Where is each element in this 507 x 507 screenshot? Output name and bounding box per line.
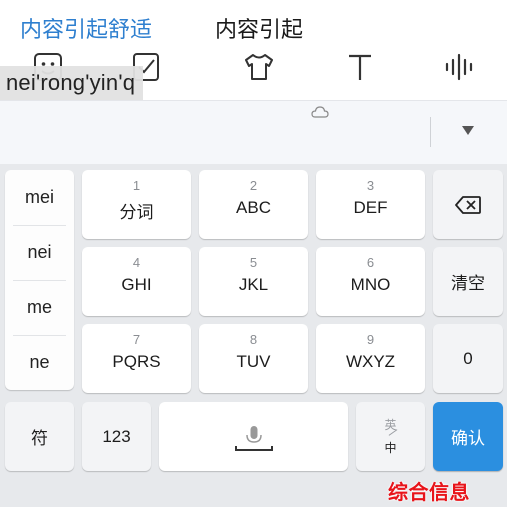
symbol-label: 符 [31,429,48,448]
candidate-divider [430,117,431,147]
pinyin-selection-list: mei nei me ne [5,170,74,390]
pinyin-option[interactable]: mei [5,170,74,225]
key-label: MNO [350,275,391,294]
key-number: 6 [366,255,375,270]
key-label: 分词 [119,203,154,222]
key-2[interactable]: 2 ABC [199,170,308,239]
pinyin-option[interactable]: nei [5,225,74,280]
text-icon[interactable] [343,50,377,84]
key-label: GHI [121,275,152,294]
confirm-label: 确认 [451,429,485,448]
lang-english-label: 英 [384,418,397,432]
key-label: DEF [353,198,388,217]
numeric-keyboard-button[interactable]: 123 [82,402,151,471]
candidate-1[interactable]: 内容引起舒适 [20,15,152,47]
key-3[interactable]: 3 DEF [316,170,425,239]
voice-wave-icon[interactable] [442,50,476,84]
space-voice-button[interactable] [159,402,348,471]
key-1[interactable]: 1 分词 [82,170,191,239]
candidate-2[interactable]: 内容引起 [215,15,303,47]
key-4[interactable]: 4 GHI [82,247,191,316]
shirt-icon[interactable] [242,50,276,84]
lang-chinese-label: 中 [384,441,397,455]
key-label: PQRS [112,352,161,371]
key-number: 1 [132,178,141,193]
clear-label: 清空 [451,274,485,293]
symbol-button[interactable]: 符 [5,402,74,471]
key-5[interactable]: 5 JKL [199,247,308,316]
composing-pinyin: nei'rong'yin'q [0,66,144,100]
language-switch-button[interactable]: 英 中 [356,402,425,471]
key-number: 9 [366,332,375,347]
key-number: 7 [132,332,141,347]
clear-button[interactable]: 清空 [433,247,503,316]
backspace-icon [455,195,481,214]
key-7[interactable]: 7 PQRS [82,324,191,393]
backspace-button[interactable] [433,170,503,239]
watermark-text: 综合信息 [388,480,470,504]
expand-candidates-icon[interactable] [462,126,474,135]
key-label: JKL [238,275,269,294]
key-label: ABC [236,198,271,217]
key-label: 0 [463,348,473,368]
pinyin-option[interactable]: ne [5,335,74,390]
key-number: 8 [249,332,258,347]
key-number: 2 [249,178,258,193]
key-number: 4 [132,255,141,270]
key-label: TUV [236,352,271,371]
key-9[interactable]: 9 WXYZ [316,324,425,393]
key-6[interactable]: 6 MNO [316,247,425,316]
pinyin-option[interactable]: me [5,280,74,335]
key-8[interactable]: 8 TUV [199,324,308,393]
key-number: 3 [366,178,375,193]
key-label: WXYZ [345,352,396,371]
confirm-button[interactable]: 确认 [433,402,503,471]
key-0[interactable]: 0 [433,324,503,393]
key-number: 5 [249,255,258,270]
cloud-icon [311,106,329,118]
microphone-icon [234,425,273,451]
numeric-label: 123 [102,426,131,446]
